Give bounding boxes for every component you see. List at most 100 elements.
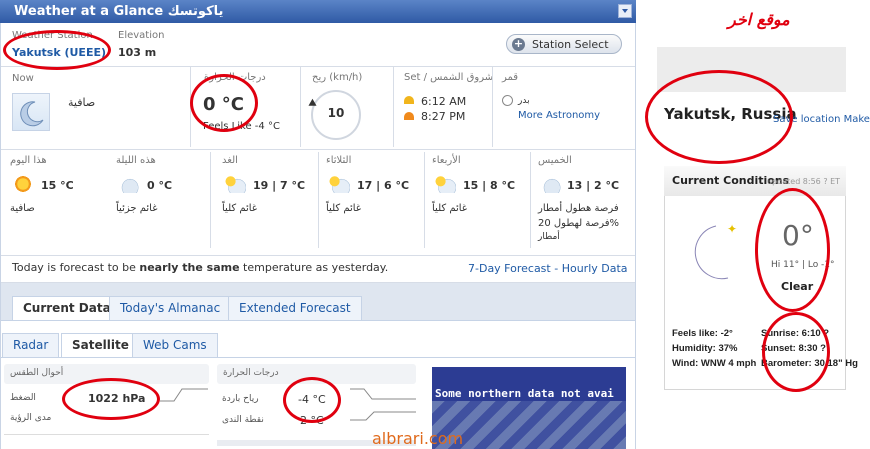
forecast-desc: فرصة هطول أمطار	[538, 203, 619, 214]
more-astronomy-link[interactable]: More Astronomy	[518, 110, 600, 121]
visibility-label: مدى الرؤية	[10, 413, 52, 423]
divider	[1, 66, 635, 67]
windchill-label: رياح باردة	[222, 394, 259, 404]
rain-icon	[540, 175, 562, 193]
wind-compass: 10	[308, 90, 361, 140]
now-label: Now	[12, 73, 34, 84]
divider	[1, 149, 635, 150]
forecast-day[interactable]: الغد 19 | 7 °C غائم كلياً	[222, 155, 322, 255]
tab-satellite[interactable]: Satellite	[61, 333, 140, 358]
sunrise-icon	[404, 96, 414, 104]
current-conditions-updated: updated 8:56 ? ET	[767, 177, 841, 186]
forecast-day[interactable]: الثلاثاء 17 | 6 °C غائم كلياً	[326, 155, 426, 255]
windchill-sparkline	[350, 388, 416, 400]
summary-prefix: Today is forecast to be	[12, 261, 140, 274]
sunset-icon	[404, 112, 414, 120]
partly-cloudy-icon	[118, 175, 140, 193]
annotation-ring	[645, 70, 793, 164]
other-humidity: Humidity: 37%	[672, 343, 738, 354]
divider	[492, 67, 493, 147]
elevation-value: 103 m	[118, 46, 157, 59]
annotation-ring	[762, 312, 830, 392]
forecast-temps: 19 | 7 °C	[253, 179, 306, 192]
forecast-desc: غائم كلياً	[432, 203, 468, 214]
dewpoint-label: نقطة الندى	[222, 415, 264, 425]
forecast-desc: فرصة لهطول 20%	[538, 218, 620, 229]
forecast-temps: 15 °C	[41, 179, 74, 192]
annotation-ring	[3, 30, 111, 70]
forecast-desc: أمطار	[538, 232, 560, 242]
moon-phase: بدر	[518, 96, 530, 106]
other-wind: Wind: WNW 4 mph	[672, 358, 757, 369]
plus-icon: +	[512, 37, 525, 51]
other-site-title: موقع اخر	[728, 10, 790, 29]
night-clear-icon	[694, 225, 729, 280]
cloudy-icon	[224, 175, 246, 193]
dewpoint-sparkline	[350, 411, 416, 421]
forecast-links[interactable]: 7-Day Forecast - Hourly Data	[468, 262, 628, 275]
divider	[1, 255, 635, 256]
other-feels-like: Feels like: -2°	[672, 328, 733, 339]
collapse-icon[interactable]	[618, 4, 632, 18]
moon-label: قمر	[502, 72, 519, 83]
forecast-day-name: الأربعاء	[432, 155, 461, 166]
annotation-ring	[62, 378, 160, 420]
satellite-notice: Some northern data not avai	[435, 387, 614, 400]
station-select-button[interactable]: + Station Select	[506, 34, 622, 54]
forecast-desc: صافية	[10, 203, 35, 214]
sunrise-time: 6:12 AM	[421, 95, 467, 108]
summary-suffix: temperature as yesterday.	[239, 261, 389, 274]
annotation-ring	[283, 377, 341, 423]
temperature-header-label: درجات الحرارة	[223, 368, 279, 378]
divider	[424, 152, 425, 248]
tab-current-data[interactable]: Current Data	[12, 296, 122, 321]
tab-radar[interactable]: Radar	[2, 333, 60, 357]
forecast-desc: غائم جزئياً	[116, 203, 158, 214]
divider	[300, 67, 301, 147]
wind-speed: 10	[327, 106, 345, 120]
annotation-ring	[190, 74, 258, 132]
conditions-header-label: أحوال الطقس	[10, 368, 64, 378]
elevation-label: Elevation	[118, 30, 165, 41]
forecast-day[interactable]: الأربعاء 15 | 8 °C غائم كلياً	[432, 155, 532, 255]
tab-extended-forecast[interactable]: Extended Forecast	[228, 296, 362, 320]
sunny-icon	[12, 175, 34, 193]
moon-phase-icon	[502, 95, 513, 106]
night-clear-icon	[12, 93, 50, 131]
watermark: albrari.com	[372, 429, 464, 448]
pressure-label: الضغط	[10, 393, 36, 403]
divider	[318, 152, 319, 248]
current-conditions-header: Current Conditions updated 8:56 ? ET	[664, 166, 846, 196]
forecast-summary: Today is forecast to be nearly the same …	[12, 261, 388, 274]
wind-label: ريح (km/h)	[312, 72, 363, 83]
divider	[210, 152, 211, 248]
forecast-day[interactable]: الخميس 13 | 2 °C فرصة هطول أمطار فرصة له…	[538, 155, 634, 255]
sunset-time: 8:27 PM	[421, 110, 466, 123]
divider	[4, 434, 209, 435]
forecast-temps: 15 | 8 °C	[463, 179, 516, 192]
tab-web-cams[interactable]: Web Cams	[132, 333, 218, 357]
forecast-day-name: هذا اليوم	[10, 155, 47, 166]
forecast-temps: 0 °C	[147, 179, 173, 192]
station-select-label: Station Select	[532, 38, 609, 51]
cloudy-icon	[434, 175, 456, 193]
forecast-desc: غائم كلياً	[222, 203, 258, 214]
forecast-day-name: الغد	[222, 155, 238, 166]
widget-title-bar: Weather at a Glance ياكوتسك	[0, 0, 636, 23]
now-condition: صافية	[68, 96, 96, 109]
forecast-day-name: هذه الليلة	[116, 155, 156, 166]
tab-todays-almanac[interactable]: Today's Almanac	[109, 296, 232, 320]
forecast-day[interactable]: هذا اليوم 15 °C صافية	[10, 155, 110, 255]
forecast-day-name: الخميس	[538, 155, 572, 166]
forecast-temps: 17 | 6 °C	[357, 179, 410, 192]
cloudy-icon	[328, 175, 350, 193]
forecast-day[interactable]: هذه الليلة 0 °C غائم جزئياً	[116, 155, 216, 255]
summary-bold: nearly the same	[139, 261, 240, 274]
sun-label: Set / شروق الشمس	[404, 72, 494, 83]
forecast-desc: غائم كلياً	[326, 203, 362, 214]
forecast-temps: 13 | 2 °C	[567, 179, 620, 192]
divider	[1, 320, 635, 321]
star-icon: ✦	[727, 222, 738, 236]
annotation-ring	[755, 188, 830, 312]
divider	[1, 357, 635, 358]
